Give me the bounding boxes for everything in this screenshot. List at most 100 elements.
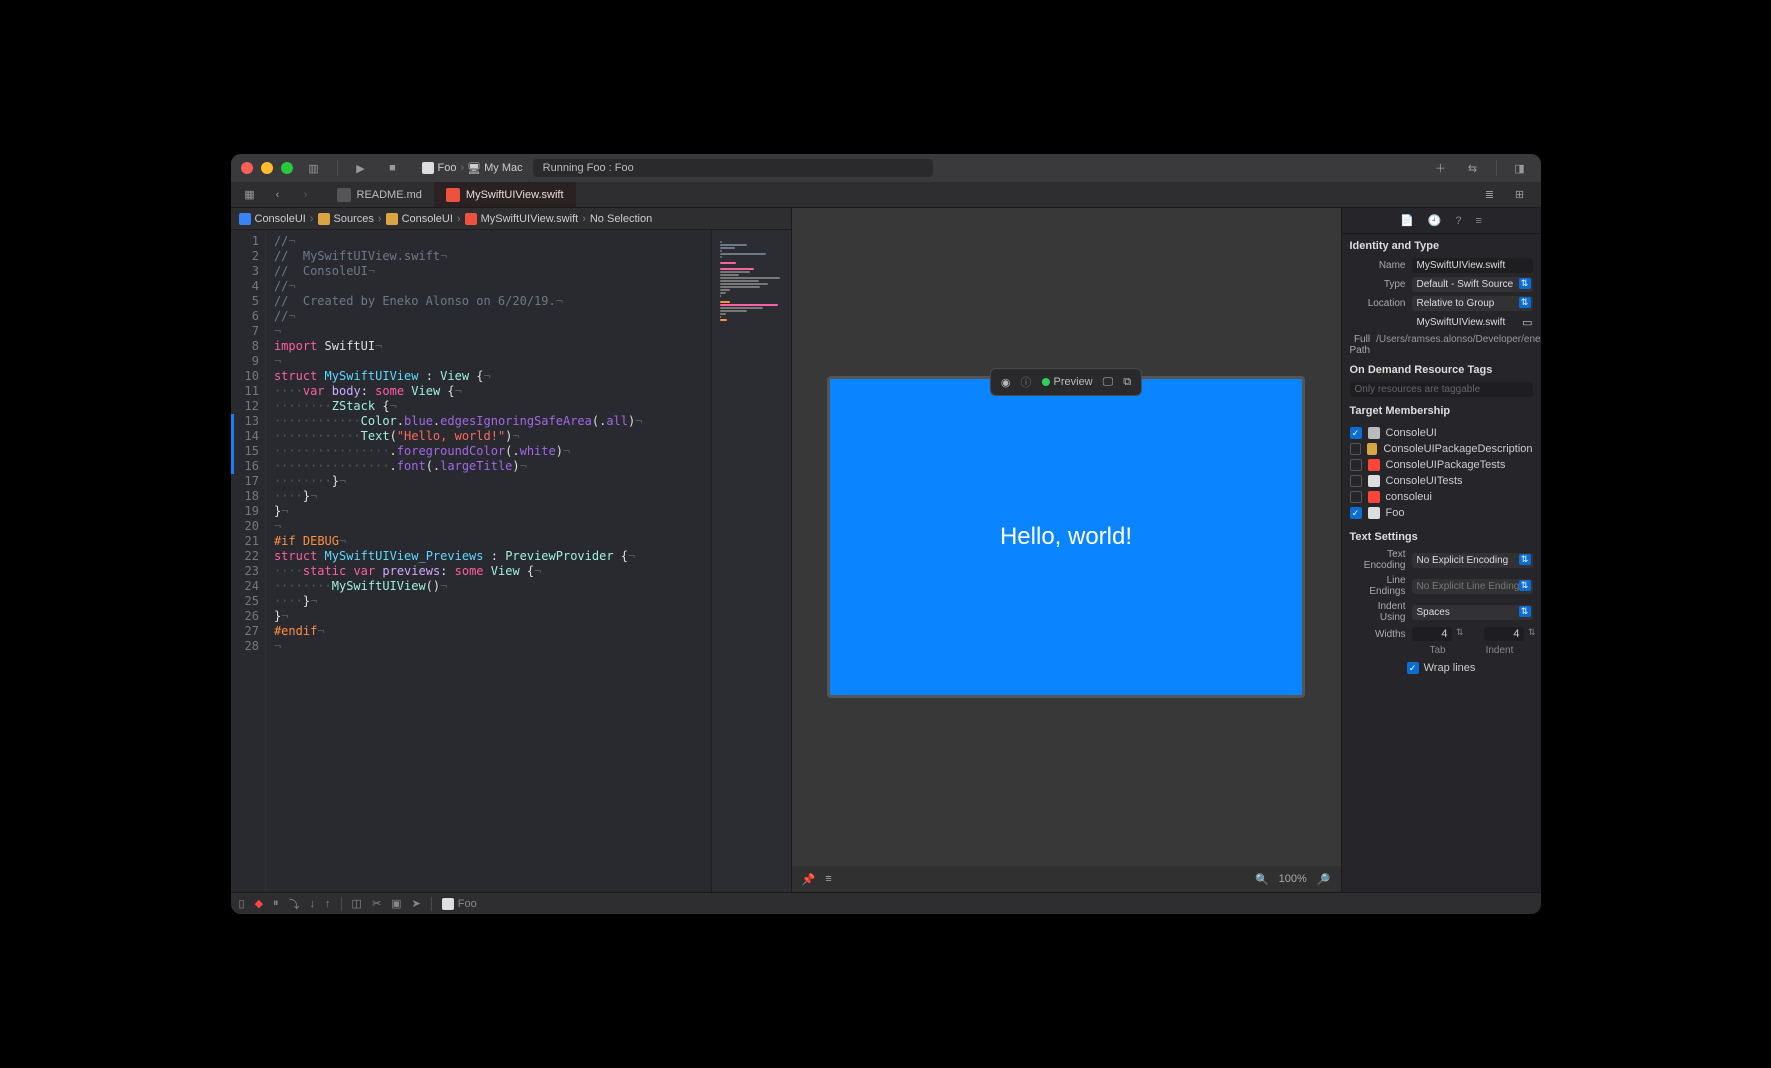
close-window-button[interactable] <box>241 162 253 174</box>
location-select[interactable]: Relative to Group <box>1412 296 1533 311</box>
debug-bar: ▯ ◆ ⏸ ⤵ ↓ ↑ ◫ ✂ ▣ ➤ Foo <box>231 892 1541 914</box>
step-out-icon[interactable]: ↑ <box>325 898 331 910</box>
debug-view-icon[interactable]: ◫ <box>352 897 362 910</box>
app-icon <box>422 162 434 174</box>
target-row[interactable]: ConsoleUIPackageTests <box>1350 457 1533 473</box>
right-panel-toggle-icon[interactable]: ◨ <box>1509 159 1531 177</box>
target-checkbox[interactable]: ✓ <box>1350 507 1362 519</box>
encoding-label: Text Encoding <box>1350 549 1406 571</box>
code-review-icon[interactable]: ⇆ <box>1462 159 1484 177</box>
target-icon <box>1368 427 1380 439</box>
target-row[interactable]: ✓ Foo <box>1350 505 1533 521</box>
main-content: ConsoleUI › Sources › ConsoleUI › MySwif… <box>231 208 1541 892</box>
pause-icon[interactable]: ⏸ <box>273 897 279 910</box>
hide-debugger-icon[interactable]: ▯ <box>239 897 245 910</box>
location-file: MySwiftUIView.swift <box>1412 315 1517 330</box>
ondemand-title: On Demand Resource Tags <box>1342 358 1541 380</box>
back-button[interactable]: ‹ <box>267 186 289 204</box>
zoom-out-icon[interactable]: 🔍 <box>1255 873 1269 886</box>
wrap-lines-checkbox[interactable]: ✓ <box>1407 662 1419 674</box>
preview-device: Hello, world! <box>827 376 1305 698</box>
add-editor-icon[interactable]: ⊞ <box>1509 186 1531 204</box>
tab-readme[interactable]: README.md <box>325 182 434 207</box>
minimap[interactable] <box>711 230 791 892</box>
type-select[interactable]: Default - Swift Source <box>1412 277 1533 292</box>
panels-icon[interactable]: ▥ <box>303 159 325 177</box>
breakpoints-icon[interactable]: ◆ <box>255 897 263 910</box>
file-inspector-tab-icon[interactable]: 📄 <box>1400 214 1414 227</box>
indent-using-label: Indent Using <box>1350 601 1406 623</box>
list-icon[interactable]: ≡ <box>825 873 831 885</box>
memory-graph-icon[interactable]: ✂ <box>372 897 381 910</box>
target-checkbox[interactable] <box>1350 443 1361 455</box>
target-membership-list: ✓ConsoleUIConsoleUIPackageDescriptionCon… <box>1342 421 1541 525</box>
target-checkbox[interactable] <box>1350 475 1362 487</box>
activity-status[interactable]: Running Foo : Foo <box>533 159 933 177</box>
traffic-lights <box>241 162 293 174</box>
minimize-window-button[interactable] <box>261 162 273 174</box>
environment-icon[interactable]: ▣ <box>391 897 401 910</box>
pin-icon[interactable]: 📌 <box>802 873 816 886</box>
related-items-icon[interactable]: ▦ <box>239 186 261 204</box>
preview-info-icon[interactable]: ⓘ <box>1021 374 1032 390</box>
crumb: No Selection <box>590 213 652 225</box>
indent-using-select[interactable]: Spaces <box>1412 605 1533 620</box>
adjust-editor-icon[interactable]: ≣ <box>1479 186 1501 204</box>
tab-bar: ▦ ‹ › README.md MySwiftUIView.swift ≣ ⊞ <box>231 182 1541 208</box>
target-name: consoleui <box>1386 491 1432 503</box>
titlebar: ▥ ▶ ■ Foo › 🖥 My Mac Running Foo : Foo ＋… <box>231 154 1541 182</box>
name-label: Name <box>1350 260 1406 271</box>
breadcrumb[interactable]: ConsoleUI › Sources › ConsoleUI › MySwif… <box>231 208 791 230</box>
canvas-area[interactable]: Hello, world! <box>792 208 1341 866</box>
zoom-window-button[interactable] <box>281 162 293 174</box>
zoom-level[interactable]: 100% <box>1279 873 1307 885</box>
ondemand-field[interactable]: Only resources are taggable <box>1350 382 1533 397</box>
tab-width-field[interactable]: 4 <box>1412 627 1452 641</box>
add-icon[interactable]: ＋ <box>1430 159 1452 177</box>
crumb: ConsoleUI <box>402 213 453 225</box>
stop-button[interactable]: ■ <box>382 159 404 177</box>
live-preview-icon[interactable]: ◉ <box>1001 376 1011 389</box>
device-icon[interactable]: 🖵 <box>1103 376 1114 389</box>
name-field[interactable]: MySwiftUIView.swift <box>1412 258 1533 273</box>
help-inspector-tab-icon[interactable]: ? <box>1455 215 1461 227</box>
source-editor[interactable]: 1234567891011121314151617181920212223242… <box>231 230 711 892</box>
history-inspector-tab-icon[interactable]: 🕘 <box>1428 214 1442 227</box>
folder-icon <box>318 213 330 225</box>
indent-width-field[interactable]: 4 <box>1484 627 1524 641</box>
scheme-name: Foo <box>438 162 457 174</box>
target-checkbox[interactable] <box>1350 491 1362 503</box>
target-row[interactable]: ConsoleUITests <box>1350 473 1533 489</box>
target-name: Foo <box>1386 507 1405 519</box>
text-settings-title: Text Settings <box>1342 525 1541 547</box>
step-over-icon[interactable]: ⤵ <box>289 896 300 912</box>
preview-text: Hello, world! <box>1000 523 1132 551</box>
run-button[interactable]: ▶ <box>350 159 372 177</box>
inspector-tabs: 📄 🕘 ? ≡ <box>1342 208 1541 234</box>
fullpath-value: /Users/ramses.alonso/Developer/eneko/Con… <box>1376 334 1540 346</box>
target-row[interactable]: ✓ConsoleUI <box>1350 425 1533 441</box>
target-checkbox[interactable]: ✓ <box>1350 427 1362 439</box>
tab-myswiftuiview[interactable]: MySwiftUIView.swift <box>434 182 576 207</box>
separator <box>1496 160 1497 176</box>
duplicate-preview-icon[interactable]: ⧉ <box>1123 376 1131 389</box>
lineendings-select[interactable]: No Explicit Line Endings <box>1412 579 1533 594</box>
choose-file-icon[interactable]: ▭ <box>1522 316 1532 329</box>
attributes-inspector-tab-icon[interactable]: ≡ <box>1476 215 1482 227</box>
scheme-selector[interactable]: Foo › 🖥 My Mac <box>422 162 523 174</box>
location-label: Location <box>1350 298 1406 309</box>
zoom-in-icon[interactable]: 🔎 <box>1317 873 1331 886</box>
code-text[interactable]: //¬// MySwiftUIView.swift¬// ConsoleUI¬/… <box>266 230 651 892</box>
step-into-icon[interactable]: ↓ <box>310 898 316 910</box>
target-row[interactable]: ConsoleUIPackageDescription <box>1350 441 1533 457</box>
encoding-select[interactable]: No Explicit Encoding <box>1412 553 1533 568</box>
markdown-file-icon <box>337 188 351 202</box>
process-selector[interactable]: Foo <box>442 898 477 910</box>
target-row[interactable]: consoleui <box>1350 489 1533 505</box>
crumb: MySwiftUIView.swift <box>481 213 579 225</box>
preview-label: Preview <box>1042 376 1093 388</box>
target-name: ConsoleUITests <box>1386 475 1463 487</box>
forward-button[interactable]: › <box>295 186 317 204</box>
target-checkbox[interactable] <box>1350 459 1362 471</box>
location-icon[interactable]: ➤ <box>412 897 421 910</box>
